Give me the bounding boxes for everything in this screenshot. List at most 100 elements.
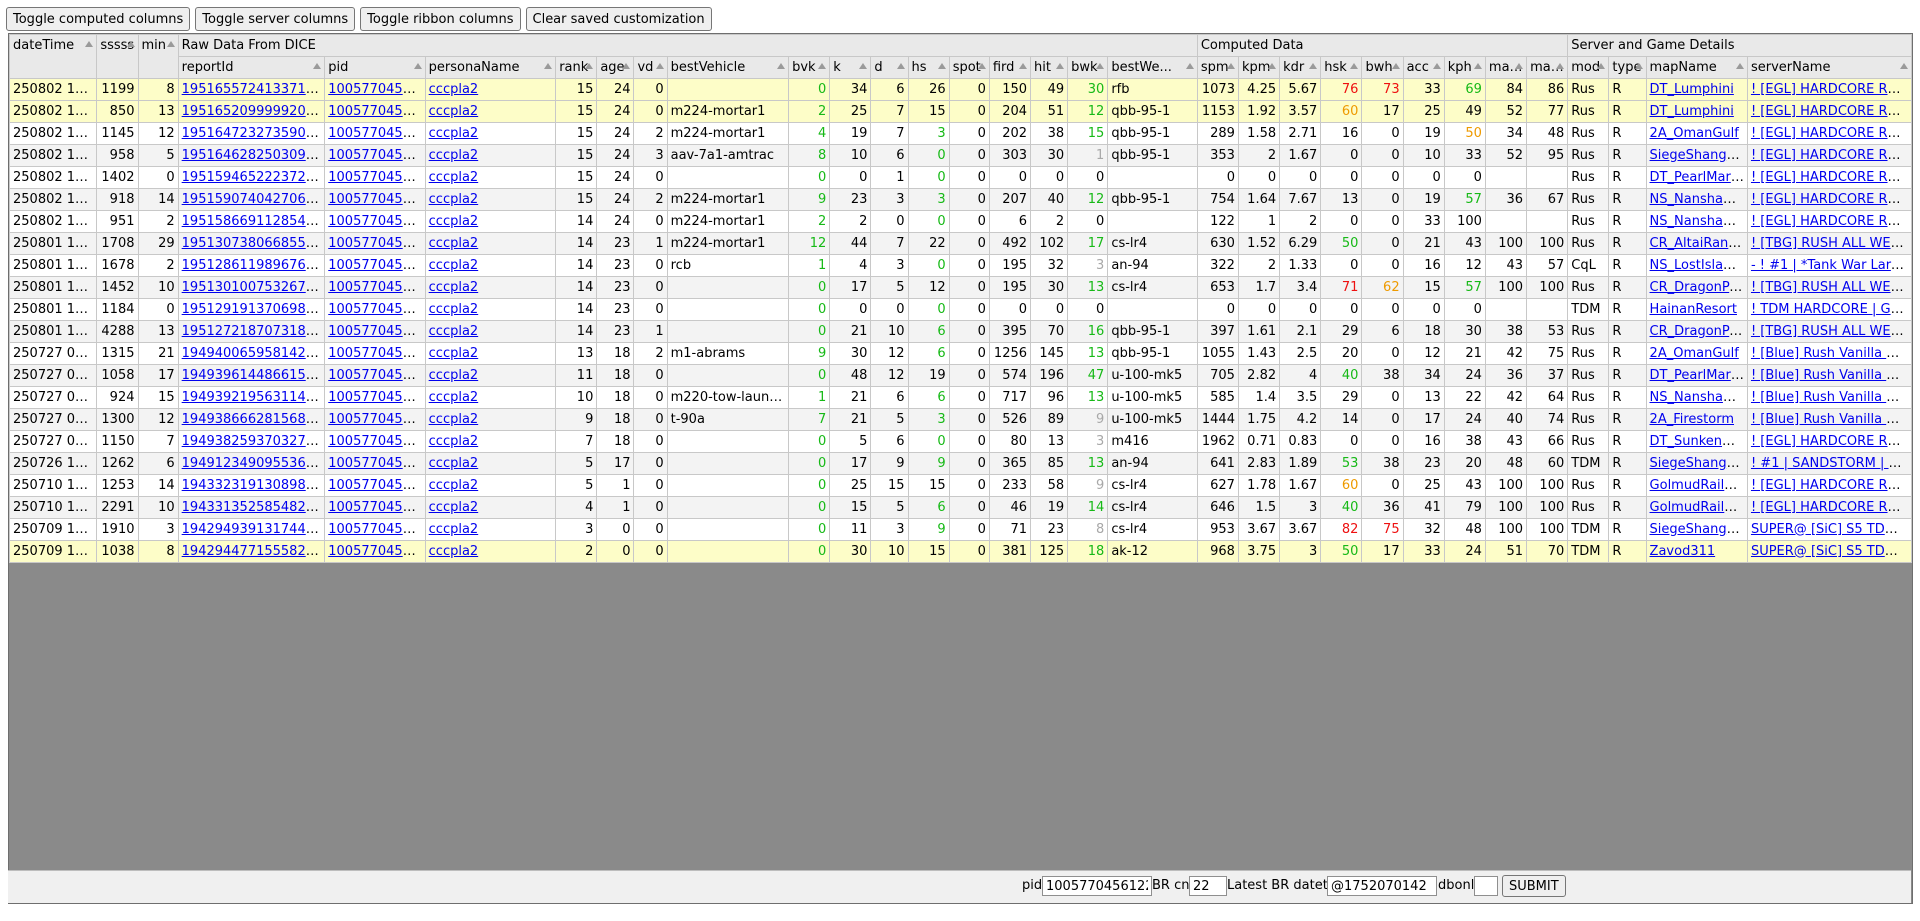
pid-link[interactable]: 1005770456122: [328, 412, 424, 427]
persona-name-link[interactable]: cccpla2: [429, 500, 479, 515]
persona-name-link[interactable]: cccpla2: [429, 192, 479, 207]
map-name-link[interactable]: SiegeShanghai: [1650, 522, 1747, 537]
table-row[interactable]: 250802 10:27 951 2 1951586691128544704 10057…: [9, 210, 1912, 233]
submit-button[interactable]: SUBMIT: [1502, 875, 1566, 897]
report-id-link[interactable]: 1951291913706984960: [182, 302, 324, 317]
table-row[interactable]: 250710 14:55 2291 10 1943313525854826688 100…: [9, 496, 1912, 519]
clear-saved-customization-button[interactable]: Clear saved customization: [525, 7, 712, 31]
server-name-link[interactable]: ! [EGL] HARDCORE RUSH ALL WEAPONS: [1751, 214, 1911, 229]
report-id-link[interactable]: 1951647232735904640: [182, 126, 324, 141]
header-spm[interactable]: spm: [1196, 56, 1239, 79]
map-name-link[interactable]: HainanResort: [1650, 302, 1737, 317]
pid-link[interactable]: 1005770456122: [328, 236, 424, 251]
table-row[interactable]: 250802 14:31 1145 12 1951647232735904640 100…: [9, 122, 1912, 145]
pid-link[interactable]: 1005770456122: [328, 82, 424, 97]
table-row[interactable]: 250802 10:42 918 14 1951590740427066816 1005…: [9, 188, 1912, 211]
persona-name-link[interactable]: cccpla2: [429, 324, 479, 339]
header-max1[interactable]: max1: [1484, 56, 1528, 79]
persona-name-link[interactable]: cccpla2: [429, 478, 479, 493]
pid-link[interactable]: 1005770456122: [328, 346, 424, 361]
header-mapname[interactable]: mapName: [1645, 56, 1748, 79]
report-id-link[interactable]: 1943323191308984000: [182, 478, 324, 493]
map-name-link[interactable]: NS_LostIslands: [1650, 258, 1747, 273]
report-id-link[interactable]: 1951594652223720896: [182, 170, 324, 185]
persona-name-link[interactable]: cccpla2: [429, 368, 479, 383]
map-name-link[interactable]: GolmudRailway: [1650, 500, 1747, 515]
report-id-link[interactable]: 1949396144866157888: [182, 368, 324, 383]
header-servername[interactable]: serverName: [1746, 56, 1912, 79]
pid-link[interactable]: 1005770456122: [328, 522, 424, 537]
header-bestwe[interactable]: bestWe...: [1107, 56, 1198, 79]
header-bestvehicle[interactable]: bestVehicle: [666, 56, 790, 79]
server-name-link[interactable]: ! [EGL] HARDCORE RUSH CONQUEST: [1751, 148, 1911, 163]
table-row[interactable]: 250802 11:06 1402 0 1951594652223720896 1005…: [9, 166, 1912, 189]
server-name-link[interactable]: ! [Blue] Rush Vanilla + DLC: [1751, 412, 1911, 427]
header-d[interactable]: d: [870, 56, 909, 79]
server-name-link[interactable]: SUPER@ [SiC] S5 TDM Team: [1751, 544, 1911, 559]
pid-input[interactable]: [1042, 876, 1152, 896]
server-name-link[interactable]: ! [EGL] HARDCORE RUSH ALL WEAPONS: [1751, 82, 1911, 97]
header-mod[interactable]: mod: [1567, 56, 1610, 79]
br-count-input[interactable]: [1189, 876, 1227, 896]
header-acc[interactable]: acc: [1402, 56, 1445, 79]
table-row[interactable]: 250802 14:45 850 13 1951652099999204224 1005…: [9, 100, 1912, 123]
persona-name-link[interactable]: cccpla2: [429, 258, 479, 273]
table-row[interactable]: 250709 14:41 1910 3 1942949391317440832 1005…: [9, 518, 1912, 541]
header-rank[interactable]: rank: [555, 56, 598, 79]
persona-name-link[interactable]: cccpla2: [429, 280, 479, 295]
table-row[interactable]: 250801 15:44 1678 2 1951286119896761280 1005…: [9, 254, 1912, 277]
header-hs[interactable]: hs: [907, 56, 950, 79]
server-name-link[interactable]: ! [EGL] HARDCORE RUSH CONQUEST: [1751, 500, 1911, 515]
header-personaname[interactable]: personaName: [424, 56, 557, 79]
map-name-link[interactable]: CR_AltaiRange: [1650, 236, 1745, 251]
header-min[interactable]: min: [137, 34, 179, 79]
server-name-link[interactable]: SUPER@ [SiC] S5 TDM Team: [1751, 522, 1911, 537]
persona-name-link[interactable]: cccpla2: [429, 522, 479, 537]
table-row[interactable]: 250801 14:33 4288 13 1951272187073189952 100…: [9, 320, 1912, 343]
header-reportid[interactable]: reportId: [177, 56, 326, 79]
pid-link[interactable]: 1005770456122: [328, 368, 424, 383]
header-bwk[interactable]: bwk: [1067, 56, 1109, 79]
map-name-link[interactable]: 2A_Firestorm: [1650, 412, 1734, 427]
header-type[interactable]: type: [1608, 56, 1647, 79]
pid-link[interactable]: 1005770456122: [328, 170, 424, 185]
persona-name-link[interactable]: cccpla2: [429, 544, 479, 559]
map-name-link[interactable]: NS_NanshaStrike: [1650, 214, 1747, 229]
persona-name-link[interactable]: cccpla2: [429, 456, 479, 471]
map-name-link[interactable]: 2A_OmanGulf: [1650, 126, 1739, 141]
table-row[interactable]: 250802 14:24 958 5 1951646282503093952 10057…: [9, 144, 1912, 167]
persona-name-link[interactable]: cccpla2: [429, 390, 479, 405]
header-spot[interactable]: spot: [948, 56, 990, 79]
table-row[interactable]: 250801 15:00 1184 0 1951291913706984960 1005…: [9, 298, 1912, 321]
header-max2[interactable]: max2: [1526, 56, 1569, 79]
server-name-link[interactable]: ! #1 | SANDSTORM | TDM | EU: [1751, 456, 1911, 471]
persona-name-link[interactable]: cccpla2: [429, 170, 479, 185]
pid-link[interactable]: 1005770456122: [328, 192, 424, 207]
server-name-link[interactable]: ! TDM HARDCORE | GMH GAMING: [1751, 302, 1911, 317]
table-row[interactable]: 250727 08:51 1300 12 1949386662815688000 100…: [9, 408, 1912, 431]
pid-link[interactable]: 1005770456122: [328, 324, 424, 339]
map-name-link[interactable]: DT_Lumphini: [1650, 82, 1734, 97]
header-pid[interactable]: pid: [324, 56, 426, 79]
table-row[interactable]: 250727 09:24 1058 17 1949396144866157888 100…: [9, 364, 1912, 387]
pid-link[interactable]: 1005770456122: [328, 258, 424, 273]
map-name-link[interactable]: DT_Lumphini: [1650, 104, 1734, 119]
report-id-link[interactable]: 1951646282503093952: [182, 148, 324, 163]
report-id-link[interactable]: 1951590740427066816: [182, 192, 324, 207]
persona-name-link[interactable]: cccpla2: [429, 104, 479, 119]
toggle-computed-columns-button[interactable]: Toggle computed columns: [6, 7, 191, 31]
report-id-link[interactable]: 1951286119896761280: [182, 258, 324, 273]
report-id-link[interactable]: 1942944771555825984: [182, 544, 324, 559]
report-id-link[interactable]: 1951301007532677184: [182, 280, 324, 295]
header-age[interactable]: age: [596, 56, 635, 79]
header-kdr[interactable]: kdr: [1279, 56, 1322, 79]
pid-link[interactable]: 1005770456122: [328, 280, 424, 295]
server-name-link[interactable]: ! [TBG] RUSH ALL WEAPONS: [1751, 236, 1911, 251]
header-hit[interactable]: hit: [1030, 56, 1069, 79]
report-id-link[interactable]: 1951272187073189952: [182, 324, 324, 339]
persona-name-link[interactable]: cccpla2: [429, 434, 479, 449]
persona-name-link[interactable]: cccpla2: [429, 214, 479, 229]
report-id-link[interactable]: 1949392195631146304: [182, 390, 324, 405]
table-row[interactable]: 250727 09:06 924 15 1949392195631146304 1005…: [9, 386, 1912, 409]
map-name-link[interactable]: NS_NanshaStrike: [1650, 390, 1747, 405]
